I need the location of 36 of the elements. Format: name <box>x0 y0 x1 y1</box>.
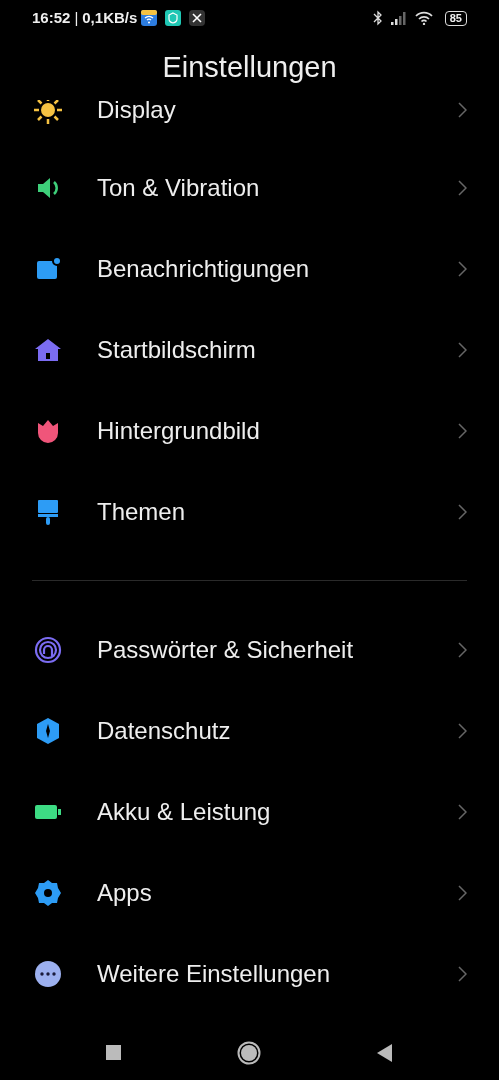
separator: | <box>74 7 79 28</box>
chevron-icon <box>458 260 467 277</box>
settings-item[interactable]: Apps <box>0 852 499 933</box>
settings-item[interactable]: Hintergrundbild <box>0 390 499 471</box>
settings-item[interactable]: Datenschutz <box>0 690 499 771</box>
battery-indicator: 85 <box>444 10 467 26</box>
home-button[interactable] <box>237 1040 262 1065</box>
chevron-icon <box>458 803 467 820</box>
settings-item[interactable]: Akku & Leistung <box>0 771 499 852</box>
chevron-icon <box>458 884 467 901</box>
bluetooth-icon <box>372 10 383 26</box>
settings-item[interactable]: Ton & Vibration <box>0 147 499 228</box>
shield-app-icon <box>165 10 182 26</box>
chevron-icon <box>458 503 467 520</box>
settings-item[interactable]: Themen <box>0 471 499 552</box>
settings-item[interactable]: Passwörter & Sicherheit <box>0 609 499 690</box>
settings-item[interactable]: Benachrichtigungen <box>0 228 499 309</box>
chevron-icon <box>458 965 467 982</box>
clock: 16:52 <box>32 7 71 28</box>
chevron-icon <box>458 722 467 739</box>
wifi-icon <box>414 11 433 25</box>
network-speed: 0,1KB/s <box>82 7 138 28</box>
page-title: Einstellungen <box>162 50 337 86</box>
back-button[interactable] <box>377 1043 394 1062</box>
chevron-icon <box>458 641 467 658</box>
chevron-icon <box>458 422 467 439</box>
tools-icon <box>189 10 206 26</box>
chevron-icon <box>458 101 467 118</box>
chevron-icon <box>458 179 467 196</box>
settings-item[interactable]: Startbildschirm <box>0 309 499 390</box>
signal-icon <box>390 11 407 25</box>
recents-button[interactable] <box>105 1044 122 1061</box>
wifi-app-icon <box>141 10 158 26</box>
settings-item[interactable]: Weitere Einstellungen <box>0 933 499 1014</box>
chevron-icon <box>458 341 467 358</box>
settings-item[interactable]: Display <box>0 100 499 147</box>
